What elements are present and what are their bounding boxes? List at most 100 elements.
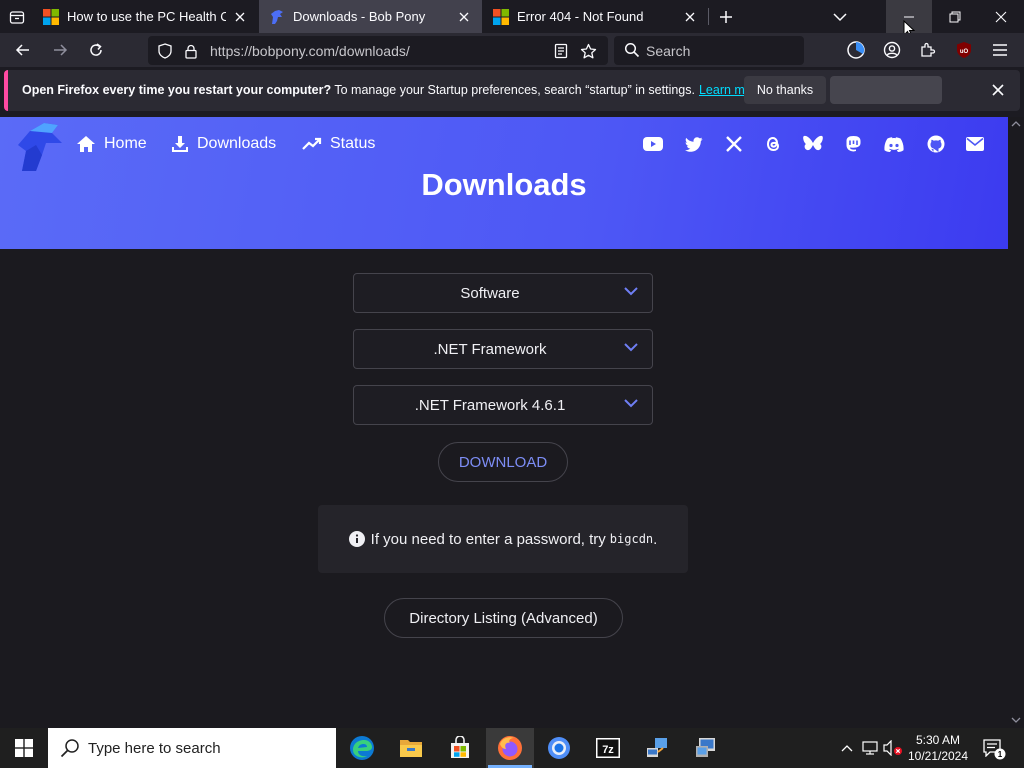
scroll-up-arrow-icon[interactable]	[1011, 121, 1021, 127]
taskbar-search-box[interactable]: Type here to search	[48, 728, 336, 768]
threads-icon[interactable]	[762, 134, 784, 154]
tab-error-404[interactable]: Error 404 - Not Found	[483, 0, 708, 33]
volume-muted-icon	[883, 740, 902, 756]
download-button[interactable]: DOWNLOAD	[438, 442, 568, 482]
trending-up-icon	[302, 137, 322, 151]
taskbar-network-tool[interactable]	[633, 728, 681, 768]
youtube-icon[interactable]	[642, 134, 664, 154]
page-scrollbar[interactable]	[1008, 117, 1024, 728]
restore-icon	[949, 11, 961, 22]
notification-bold-text: Open Firefox every time you restart your…	[22, 83, 332, 97]
bobpony-logo-icon	[271, 9, 283, 24]
notification-message: Open Firefox every time you restart your…	[22, 83, 763, 97]
restore-button[interactable]	[932, 0, 978, 33]
edge-icon	[350, 736, 374, 760]
tab-title: Error 404 - Not Found	[517, 9, 644, 24]
clock-time: 5:30 AM	[915, 733, 961, 747]
file-explorer-icon	[400, 740, 422, 757]
directory-listing-button[interactable]: Directory Listing (Advanced)	[384, 598, 623, 638]
scroll-down-arrow-icon[interactable]	[1011, 717, 1021, 723]
close-tab-icon[interactable]	[232, 9, 248, 25]
url-text: https://bobpony.com/downloads/	[210, 43, 410, 59]
clock[interactable]: 5:30 AM 10/21/2024	[905, 732, 971, 764]
category-select[interactable]: Software	[353, 273, 653, 313]
close-tab-icon[interactable]	[682, 9, 698, 25]
tab-pc-health-check[interactable]: How to use the PC Health Check	[33, 0, 258, 33]
nav-home-link[interactable]: Home	[76, 135, 147, 153]
chevron-down-icon	[624, 287, 638, 296]
taskbar-file-explorer[interactable]	[387, 728, 435, 768]
info-text-end: .	[653, 530, 658, 548]
search-bar[interactable]: Search	[614, 36, 804, 65]
puzzle-icon	[921, 42, 936, 57]
windows-taskbar: Type here to search 7z 5:30 AM 10/21/202…	[0, 728, 1024, 768]
list-all-tabs-button[interactable]	[826, 0, 854, 33]
taskbar-7zip[interactable]: 7z	[584, 728, 632, 768]
version-select-value: .NET Framework 4.6.1	[414, 397, 566, 414]
twitter-icon[interactable]	[683, 134, 705, 154]
reload-button[interactable]	[81, 35, 111, 65]
minimize-icon	[904, 16, 914, 17]
taskbar-chrome[interactable]	[535, 728, 583, 768]
chrome-icon	[548, 737, 570, 759]
taskbar-app[interactable]	[682, 728, 730, 768]
close-tab-icon[interactable]	[456, 9, 472, 25]
taskbar-store[interactable]	[436, 728, 484, 768]
version-select[interactable]: .NET Framework 4.6.1	[353, 385, 653, 425]
hamburger-menu-icon	[993, 44, 1007, 56]
taskbar-firefox[interactable]	[486, 728, 534, 768]
mastodon-icon[interactable]	[842, 134, 864, 154]
no-thanks-button[interactable]: No thanks	[744, 76, 826, 104]
new-tab-button[interactable]	[712, 0, 740, 33]
lock-icon[interactable]	[182, 42, 200, 60]
chevron-up-icon	[841, 745, 853, 752]
url-bar[interactable]: https://bobpony.com/downloads/	[148, 36, 608, 65]
back-arrow-icon	[15, 44, 29, 56]
taskbar-edge[interactable]	[338, 728, 386, 768]
svg-text:uO: uO	[960, 49, 969, 55]
bobpony-logo-icon[interactable]	[12, 121, 64, 171]
volume-tray-button[interactable]	[882, 728, 904, 768]
navigation-toolbar: https://bobpony.com/downloads/ Search uO	[0, 33, 1024, 67]
ublock-origin-icon: uO	[957, 42, 971, 58]
close-notification-button[interactable]	[986, 78, 1010, 102]
app-menu-button[interactable]	[985, 35, 1015, 65]
ublock-origin-button[interactable]: uO	[949, 35, 979, 65]
start-button[interactable]	[0, 728, 48, 768]
account-button[interactable]	[877, 35, 907, 65]
close-window-button[interactable]	[978, 0, 1024, 33]
firefox-view-button[interactable]	[0, 0, 33, 33]
notification-action-button[interactable]	[830, 76, 942, 104]
tab-downloads-bob-pony[interactable]: Downloads - Bob Pony	[259, 0, 482, 33]
nav-downloads-link[interactable]: Downloads	[171, 135, 276, 153]
nav-downloads-label: Downloads	[197, 135, 277, 152]
github-icon[interactable]	[925, 134, 947, 154]
extensions-button[interactable]	[913, 35, 943, 65]
network-tool-icon	[647, 738, 667, 757]
firefox-view-icon	[9, 10, 24, 24]
download-icon	[171, 135, 189, 153]
product-select[interactable]: .NET Framework	[353, 329, 653, 369]
bookmark-star-icon[interactable]	[579, 42, 597, 60]
email-icon[interactable]	[964, 134, 986, 154]
bluesky-icon[interactable]	[802, 134, 824, 154]
x-icon[interactable]	[723, 134, 745, 154]
windows-start-icon	[15, 739, 33, 757]
back-button[interactable]	[8, 35, 38, 65]
forward-button[interactable]	[45, 35, 75, 65]
reload-icon	[90, 43, 102, 56]
firefox-icon	[498, 736, 522, 760]
show-hidden-icons-button[interactable]	[836, 728, 858, 768]
app-icon	[696, 738, 715, 757]
network-icon	[862, 741, 878, 755]
extension-button[interactable]	[841, 35, 871, 65]
nav-status-link[interactable]: Status	[302, 135, 375, 153]
network-tray-button[interactable]	[859, 728, 881, 768]
reader-view-icon[interactable]	[552, 42, 570, 60]
notification-center-button[interactable]: 1	[978, 728, 1008, 768]
discord-icon[interactable]	[883, 134, 905, 154]
tracking-protection-shield-icon[interactable]	[156, 42, 174, 60]
close-icon	[992, 84, 1004, 96]
site-header: Home Downloads Status Downloads	[0, 117, 1008, 249]
notification-text: To manage your Startup preferences, sear…	[334, 83, 695, 97]
